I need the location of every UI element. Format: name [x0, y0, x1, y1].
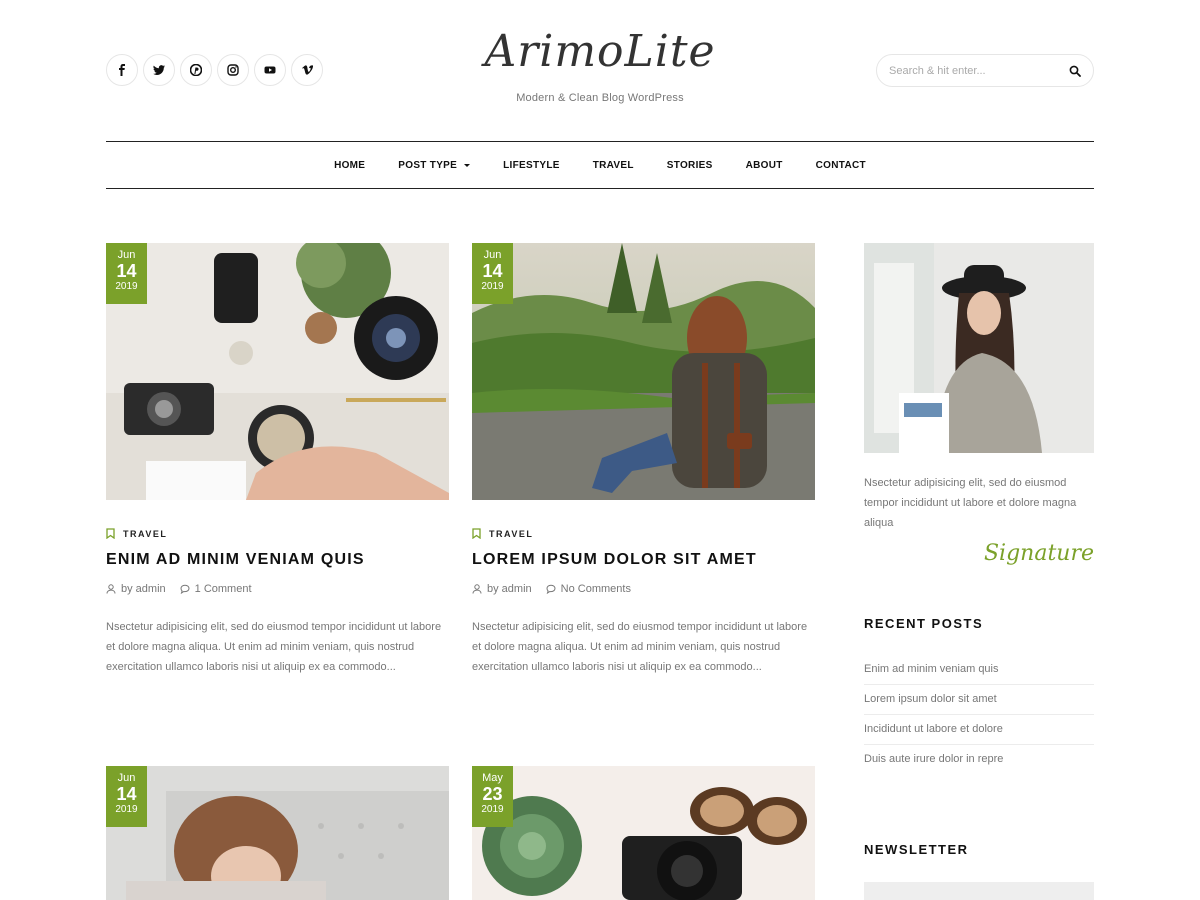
date-day: 14 [116, 784, 137, 804]
nav-contact[interactable]: CONTACT [816, 160, 866, 171]
date-year: 2019 [115, 804, 138, 815]
site-tagline: Modern & Clean Blog WordPress [516, 92, 684, 104]
post-thumbnail[interactable]: Jun 14 2019 [472, 243, 815, 500]
search-box [876, 54, 1094, 87]
post-card: Jun 14 2019 TRAVEL ENIM AD MINIM VENIAM … [106, 243, 449, 677]
comment-icon [180, 584, 190, 594]
nav-lifestyle[interactable]: LIFESTYLE [503, 160, 560, 171]
user-icon [106, 584, 116, 594]
post-author-label: by admin [121, 583, 166, 595]
recent-post-link[interactable]: Enim ad minim veniam quis [864, 655, 1094, 685]
main-navigation: HOME POST TYPE LIFESTYLE TRAVEL STORIES … [106, 141, 1094, 189]
woman-hat-image [864, 243, 1094, 453]
bookmark-icon [472, 528, 481, 539]
bookmark-icon [106, 528, 115, 539]
post-title[interactable]: LOREM IPSUM DOLOR SIT AMET [472, 551, 815, 569]
instagram-icon[interactable] [217, 54, 249, 86]
post-thumbnail[interactable]: Jun 14 2019 [106, 243, 449, 500]
newsletter-box [864, 882, 1094, 900]
nav-travel[interactable]: TRAVEL [593, 160, 634, 171]
newsletter-title: NEWSLETTER [864, 842, 969, 857]
site-logo[interactable]: ArimoLite [450, 24, 750, 80]
post-card: May 23 2019 [472, 766, 815, 900]
author-signature: Signature [983, 541, 1094, 566]
post-author[interactable]: by admin [472, 583, 532, 595]
search-icon[interactable] [1069, 65, 1081, 77]
date-year: 2019 [481, 281, 504, 292]
date-month: May [482, 772, 503, 784]
post-author-label: by admin [487, 583, 532, 595]
date-badge: May 23 2019 [472, 766, 513, 827]
date-month: Jun [117, 249, 136, 261]
post-comments[interactable]: 1 Comment [180, 583, 252, 595]
site-header: ArimoLite Modern & Clean Blog WordPress [0, 0, 1200, 140]
caret-down-icon [464, 163, 471, 167]
newsletter-widget: NEWSLETTER [864, 842, 1094, 900]
woman-sofa-image [106, 766, 449, 900]
recent-post-link[interactable]: Lorem ipsum dolor sit amet [864, 685, 1094, 715]
date-day: 23 [482, 784, 503, 804]
social-links [106, 54, 323, 86]
date-month: Jun [483, 249, 502, 261]
post-comments-label: No Comments [560, 583, 631, 595]
pinterest-icon[interactable] [180, 54, 212, 86]
user-icon [472, 584, 482, 594]
date-day: 14 [482, 261, 503, 281]
post-title[interactable]: ENIM AD MINIM VENIAM QUIS [106, 551, 449, 569]
post-category-label: TRAVEL [123, 528, 168, 539]
recent-posts-title: RECENT POSTS [864, 616, 984, 631]
nav-stories[interactable]: STORIES [667, 160, 713, 171]
nav-about[interactable]: ABOUT [746, 160, 783, 171]
date-badge: Jun 14 2019 [106, 766, 147, 827]
search-input[interactable] [889, 64, 1069, 77]
comment-icon [546, 584, 556, 594]
date-badge: Jun 14 2019 [106, 243, 147, 304]
post-excerpt: Nsectetur adipisicing elit, sed do eiusm… [106, 621, 442, 673]
date-year: 2019 [115, 281, 138, 292]
post-category-label: TRAVEL [489, 528, 534, 539]
coffee-camera-image [106, 243, 449, 500]
post-card: Jun 14 2019 [106, 766, 449, 900]
succulent-camera-image [472, 766, 815, 900]
post-excerpt: Nsectetur adipisicing elit, sed do eiusm… [472, 621, 808, 673]
post-comments[interactable]: No Comments [546, 583, 631, 595]
post-meta: by admin 1 Comment [106, 583, 449, 595]
date-badge: Jun 14 2019 [472, 243, 513, 304]
site-branding: ArimoLite Modern & Clean Blog WordPress [450, 24, 750, 104]
recent-post-link[interactable]: Duis aute irure dolor in repre [864, 745, 1094, 774]
about-image [864, 243, 1094, 453]
recent-posts-list: Enim ad minim veniam quis Lorem ipsum do… [864, 655, 1094, 774]
date-year: 2019 [481, 804, 504, 815]
post-card: Jun 14 2019 TRAVEL LOREM IPSUM DOLOR SIT… [472, 243, 815, 677]
post-thumbnail[interactable]: Jun 14 2019 [106, 766, 449, 900]
nav-post-type-label: POST TYPE [398, 159, 458, 171]
date-day: 14 [116, 261, 137, 281]
nav-post-type[interactable]: POST TYPE [398, 159, 471, 171]
twitter-icon[interactable] [143, 54, 175, 86]
about-text: Nsectetur adipisicing elit, sed do eiusm… [864, 477, 1077, 529]
nav-home[interactable]: HOME [334, 160, 365, 171]
post-category[interactable]: TRAVEL [472, 528, 815, 539]
recent-post-link[interactable]: Incididunt ut labore et dolore [864, 715, 1094, 745]
hiker-landscape-image [472, 243, 815, 500]
post-author[interactable]: by admin [106, 583, 166, 595]
vimeo-icon[interactable] [291, 54, 323, 86]
date-month: Jun [117, 772, 136, 784]
recent-posts-widget: RECENT POSTS Enim ad minim veniam quis L… [864, 616, 1094, 774]
about-widget: Nsectetur adipisicing elit, sed do eiusm… [864, 243, 1094, 566]
post-thumbnail[interactable]: May 23 2019 [472, 766, 815, 900]
post-category[interactable]: TRAVEL [106, 528, 449, 539]
facebook-icon[interactable] [106, 54, 138, 86]
youtube-icon[interactable] [254, 54, 286, 86]
post-comments-label: 1 Comment [194, 583, 252, 595]
post-meta: by admin No Comments [472, 583, 815, 595]
